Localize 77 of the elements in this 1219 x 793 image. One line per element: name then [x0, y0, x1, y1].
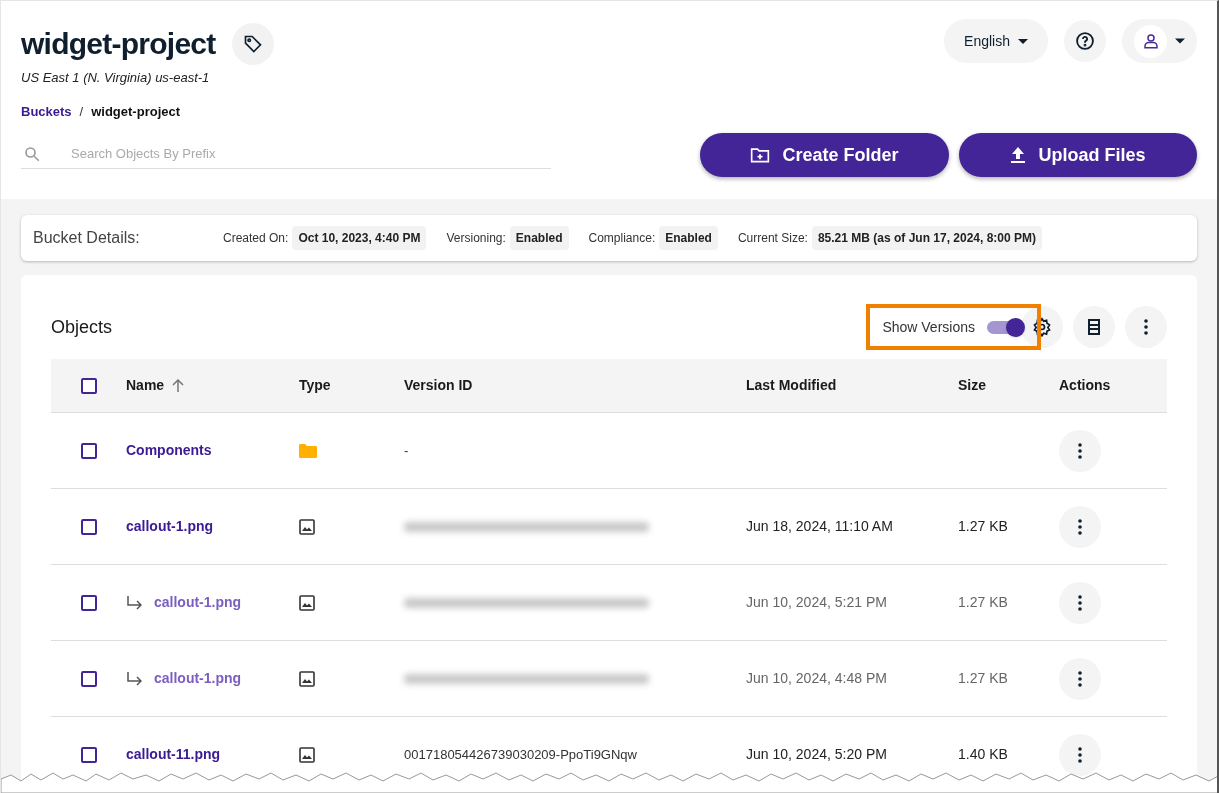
detail-label: Created On: [223, 230, 289, 247]
column-header: Size [958, 376, 986, 395]
upload-icon [1010, 146, 1027, 164]
more-icon [1144, 319, 1148, 335]
column-header: Version ID [404, 376, 473, 395]
settings-icon [1032, 317, 1052, 337]
object-name-link[interactable]: callout-1.png [154, 592, 242, 613]
row-actions-button[interactable] [1059, 733, 1101, 776]
sub-arrow-icon [126, 595, 142, 610]
help-icon [1075, 31, 1095, 51]
detail-value: Enabled [509, 226, 569, 250]
object-name-link[interactable]: Components [126, 440, 212, 461]
file-size: 1.27 KB [958, 594, 1008, 610]
folder-plus-icon [750, 146, 771, 164]
user-icon [1141, 32, 1160, 50]
search-icon [23, 144, 41, 163]
detail-value: 85.21 MB (as of Jun 17, 2024, 8:00 PM) [811, 226, 1043, 250]
checkbox[interactable] [80, 377, 97, 394]
region-text: US East 1 (N. Virginia) us-east-1 [21, 69, 211, 87]
more-icon [1078, 442, 1082, 459]
list-view-icon [1086, 318, 1102, 336]
image-icon [299, 670, 315, 687]
detail-label: Versioning: [446, 230, 506, 247]
breadcrumb-separator: / [79, 102, 84, 121]
sort-up-icon [172, 379, 185, 392]
checkbox[interactable] [80, 670, 97, 687]
create-folder-button[interactable]: Create Folder [700, 133, 949, 177]
image-icon [299, 594, 315, 611]
detail-value: Enabled [659, 226, 718, 250]
more-icon [1078, 594, 1082, 611]
version-id: - [404, 442, 409, 458]
folder-icon [299, 443, 317, 458]
checkbox[interactable] [80, 746, 97, 763]
version-id: 001718054426739030209-PpoTi9GNqw [404, 746, 637, 762]
language-dropdown[interactable]: English [944, 19, 1048, 63]
image-icon [299, 746, 315, 763]
file-size: 1.27 KB [958, 518, 1008, 534]
file-size: 1.40 KB [958, 746, 1008, 762]
column-header[interactable]: Name [126, 375, 165, 396]
modified-date: Jun 18, 2024, 11:10 AM [746, 518, 893, 534]
more-button[interactable] [1125, 306, 1167, 348]
object-name-link[interactable]: callout-11.png [126, 744, 221, 765]
column-header: Type [299, 376, 331, 395]
object-name-link[interactable]: callout-1.png [154, 668, 242, 689]
more-icon [1078, 746, 1082, 763]
column-header: Actions [1059, 376, 1111, 395]
detail-label: Current Size: [737, 230, 808, 247]
bucket-details-title: Bucket Details: [33, 228, 141, 248]
help-button[interactable] [1064, 20, 1106, 62]
upload-files-button[interactable]: Upload Files [959, 133, 1197, 177]
image-icon [299, 518, 315, 535]
page-title: widget-project [21, 26, 216, 62]
detail-label: Compliance: [588, 230, 656, 247]
file-size: 1.27 KB [958, 670, 1008, 686]
more-icon [1078, 518, 1082, 535]
columns-button[interactable] [1073, 306, 1115, 348]
caret-icon [1175, 38, 1185, 44]
modified-date: Jun 10, 2024, 5:20 PM [746, 746, 887, 762]
search-field[interactable]: Search Objects By Prefix [71, 143, 551, 164]
checkbox[interactable] [80, 518, 97, 535]
section-title: Objects [51, 315, 113, 339]
column-header: Last Modified [746, 376, 837, 395]
sub-arrow-icon [126, 671, 142, 686]
checkbox[interactable] [80, 594, 97, 611]
toggle-label: Show Versions [882, 317, 975, 337]
checkbox[interactable] [80, 442, 97, 459]
object-name-link[interactable]: callout-1.png [126, 516, 214, 537]
detail-value: Oct 10, 2023, 4:40 PM [292, 226, 427, 250]
user-menu-button[interactable] [1122, 19, 1197, 63]
tag-icon [242, 33, 263, 54]
show-versions-toggle[interactable] [987, 318, 1025, 336]
caret-icon [1018, 38, 1028, 44]
more-icon [1078, 670, 1082, 687]
modified-date: Jun 10, 2024, 4:48 PM [746, 670, 887, 686]
breadcrumb-current: widget-project [91, 102, 181, 121]
modified-date: Jun 10, 2024, 5:21 PM [746, 594, 887, 610]
breadcrumb-link[interactable]: Buckets [21, 101, 72, 121]
